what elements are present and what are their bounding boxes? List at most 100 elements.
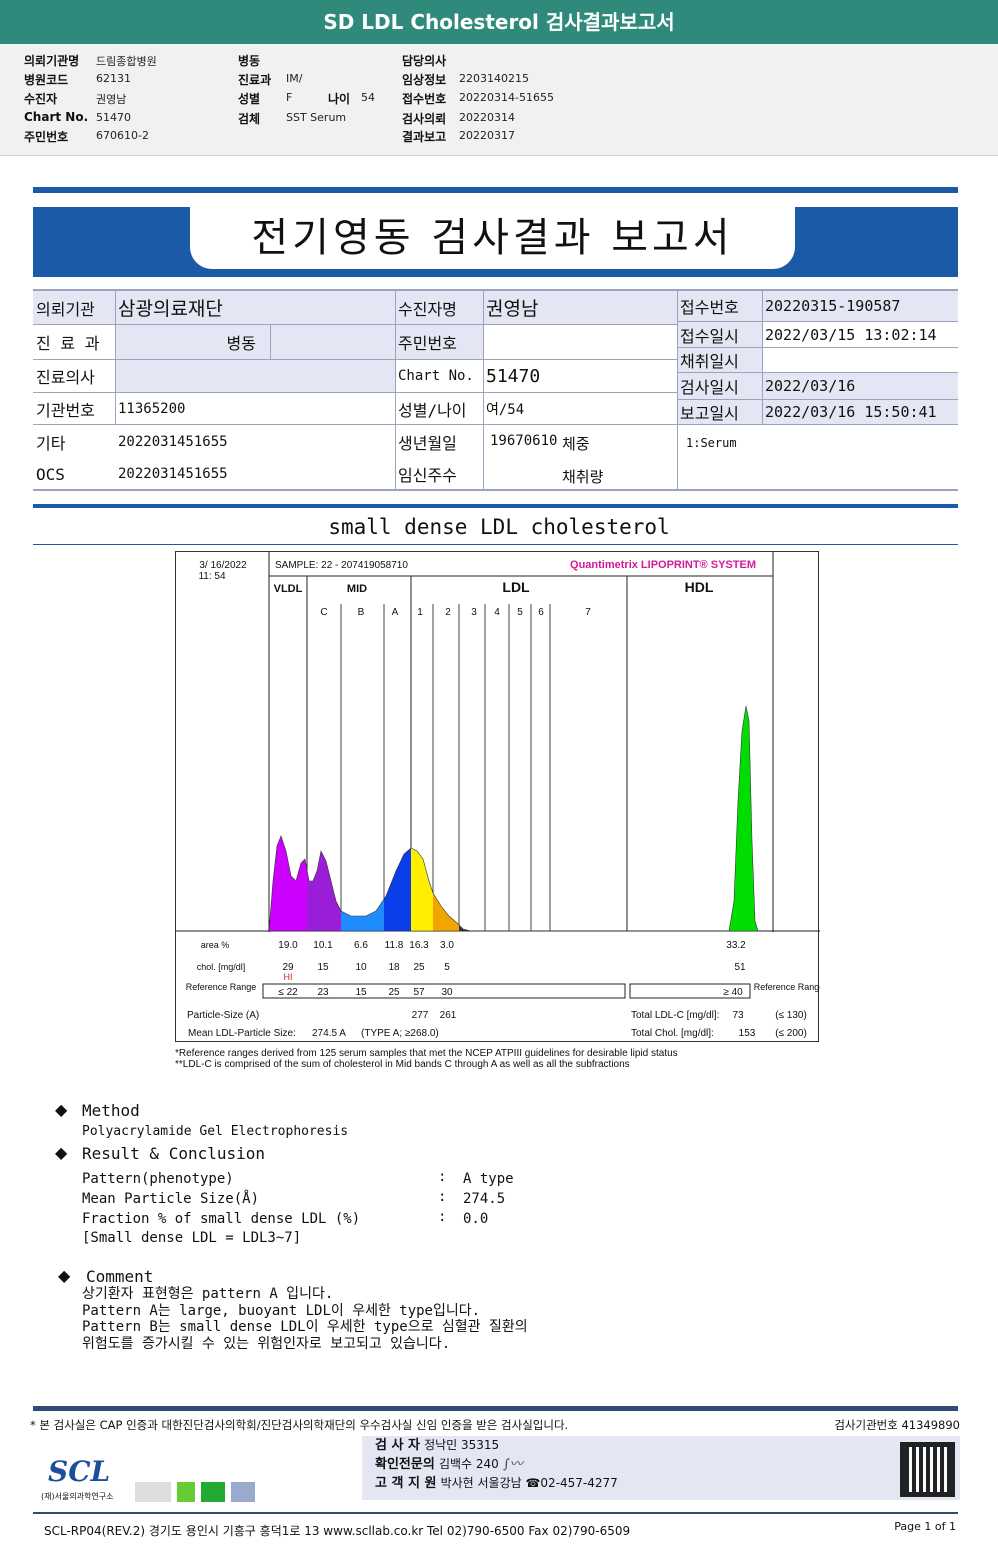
ward-value [270, 325, 395, 360]
birth-date: 19670610 [490, 433, 558, 449]
row-label: Reference Range [186, 982, 257, 992]
row-label: Total LDL-C [mg/dl]: [631, 1010, 719, 1021]
label: 보고일시 [677, 400, 762, 425]
info-label: 결과보고 [402, 130, 447, 144]
band-label: 4 [494, 607, 500, 618]
info-label: 의뢰기관명 [24, 54, 80, 68]
divider [33, 504, 958, 508]
comment-line: 위험도를 증가시킬 수 있는 위험인자로 보고되고 있습니다. [82, 1335, 451, 1352]
result-value: 274.5 [463, 1191, 506, 1207]
info-label: Chart No. [24, 110, 89, 124]
band-label: 3 [471, 607, 477, 618]
info-value: 51470 [96, 111, 131, 124]
label: Chart No. [395, 360, 483, 393]
area-value: 6.6 [354, 940, 368, 951]
info-value: 2203140215 [459, 72, 529, 85]
ldl-c-reference: (≤ 130) [775, 1010, 807, 1021]
lab-number: 검사기관번호 41349890 [834, 1418, 960, 1432]
age-label: 나이 [328, 92, 351, 106]
coldt-value [762, 348, 958, 373]
band-label: 6 [538, 607, 544, 618]
ssn-value [483, 325, 677, 360]
densitometry-plot: 3/ 16/202211: 54 SAMPLE: 22 - 20741905871… [176, 552, 824, 1039]
label: 임신주수 [398, 466, 457, 485]
row-label: Particle-Size (A) [187, 1010, 259, 1021]
info-value: F [286, 91, 293, 104]
mean-size: 274.5 A [312, 1028, 346, 1039]
reference-value: ≤ 22 [278, 987, 298, 998]
band-label: 5 [517, 607, 523, 618]
group-label: VLDL [274, 583, 303, 595]
column-divider [395, 291, 396, 490]
info-value: IM/ [286, 72, 303, 85]
label: 진 료 과 [33, 325, 115, 360]
volume-label: 채취량 [562, 468, 604, 486]
info-label: 성별 [238, 92, 261, 106]
info-value: 670610-2 [96, 129, 149, 142]
total-ldl-c: 73 [732, 1010, 744, 1021]
row-label: Reference Range [754, 982, 820, 992]
age-value: 54 [361, 91, 375, 104]
signature-icon: ∫〰 [502, 1457, 523, 1472]
label: 의뢰기관 [33, 291, 115, 325]
result-label: Fraction % of small dense LDL (%) [82, 1211, 361, 1227]
run-time: 11: 54 [198, 571, 225, 582]
info-label: 주민번호 [24, 130, 69, 144]
etc-value: 2022031451655 [118, 433, 228, 450]
result-label: Pattern(phenotype) [82, 1171, 234, 1187]
note: **LDL-C is comprised of the sum of chole… [175, 1059, 630, 1070]
specimen: 1:Serum [686, 436, 737, 450]
chol-value: 15 [317, 962, 329, 973]
diamond-icon: ◆ [55, 1100, 68, 1119]
label: 접수번호 [677, 291, 762, 322]
peak-mid-c [307, 706, 341, 931]
comment-line: Pattern A는 large, buoyant LDL이 우세한 type입… [82, 1302, 481, 1319]
ocs-value: 2022031451655 [118, 466, 228, 482]
run-date: 3/ 16/2022 [199, 560, 247, 571]
brand-logo: Quantimetrix LIPOPRINT® SYSTEM [570, 559, 756, 571]
row-label: area % [201, 940, 230, 950]
info-value: 20220314-51655 [459, 91, 554, 104]
peak-mid-a [384, 706, 411, 931]
reference-value: 30 [441, 987, 453, 998]
reference-value: ≥ 40 [723, 987, 743, 998]
comment-line: Pattern B는 small dense LDL이 우세한 type으로 심… [82, 1319, 528, 1335]
scl-logo-sub: (재)서울의과학연구소 [41, 1492, 114, 1501]
band-label: A [392, 607, 399, 618]
hi-flag: HI [284, 972, 293, 982]
sex-age: 여/54 [483, 393, 677, 425]
label: 주민번호 [395, 325, 483, 360]
peak-hdl [627, 706, 758, 931]
scl-logo: SCL [48, 1455, 111, 1488]
row-label: chol. [mg/dl] [197, 962, 246, 972]
chart-notes: *Reference ranges derived from 125 serum… [175, 1048, 678, 1070]
band-label: C [320, 607, 327, 618]
info-label: 담당의사 [402, 54, 447, 68]
certification-text: * 본 검사실은 CAP 인증과 대한진단검사의학회/진단검사의학재단의 우수검… [30, 1418, 569, 1432]
sample-id: SAMPLE: 22 - 207419058710 [275, 560, 408, 571]
peak-mid-b [341, 706, 384, 931]
repdt-value: 2022/03/16 15:50:41 [762, 400, 958, 425]
reference-value: 57 [413, 987, 425, 998]
row-label: Mean LDL-Particle Size: [188, 1028, 296, 1039]
group-label: HDL [685, 579, 714, 595]
info-label: 임상정보 [402, 73, 447, 87]
confirm-label: 확인전문의 [375, 1457, 435, 1472]
peak-vldl [269, 706, 307, 931]
info-value: 권영남 [96, 93, 127, 106]
band-label: 1 [417, 607, 423, 618]
column-divider [677, 291, 678, 490]
weight-label: 체중 [562, 435, 590, 453]
report-header-title: SD LDL Cholesterol 검사결과보고서 [0, 0, 998, 44]
info-value: 드림종합병원 [96, 55, 157, 68]
divider [33, 489, 958, 491]
chol-value: 18 [388, 962, 400, 973]
method-title: Method [82, 1101, 140, 1120]
colon: : [438, 1189, 447, 1205]
label: 채취일시 [677, 348, 762, 373]
qr-code [900, 1442, 955, 1497]
label: 진료의사 [33, 360, 115, 393]
band-label: B [358, 607, 365, 618]
info-label: 병동 [238, 54, 261, 68]
doctor-value [115, 360, 395, 393]
